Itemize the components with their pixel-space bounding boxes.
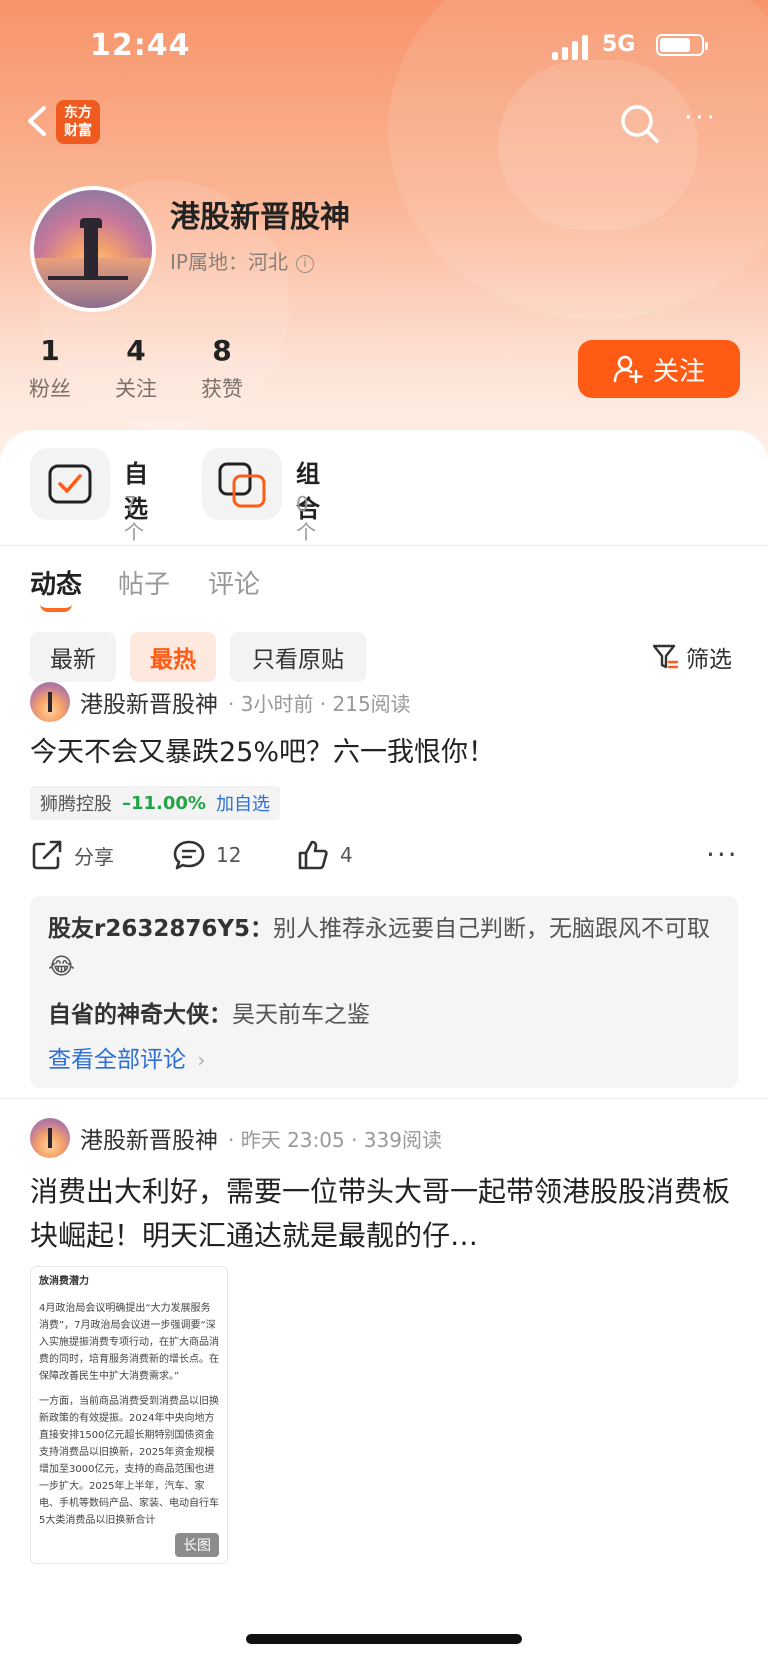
comment-user[interactable]: 股友r2632876Y5： [48, 916, 273, 942]
post-title[interactable]: 今天不会又暴跌25%吧？六一我恨你！ [30, 732, 740, 774]
like-button[interactable]: 4 [296, 838, 353, 872]
view-all-label: 查看全部评论 [48, 1047, 186, 1073]
stat-label: 获赞 [201, 377, 243, 401]
view-all-comments-link[interactable]: 查看全部评论 › [48, 1040, 720, 1074]
share-button[interactable]: 分享 [30, 838, 114, 872]
status-time: 12:44 [90, 28, 191, 63]
comment-item: 自省的神奇大侠：昊天前车之鉴 [48, 996, 720, 1034]
add-watchlist-link[interactable]: 加自选 [216, 790, 270, 816]
post-title[interactable]: 消费出大利好，需要一位带头大哥一起带领港股股消费板块崛起！明天汇通达就是最靓的仔… [30, 1170, 740, 1258]
chip-original-only[interactable]: 只看原贴 [230, 632, 366, 682]
portfolio-count: 0个 [296, 492, 316, 544]
comment-icon [173, 840, 205, 870]
watchlist-icon [48, 464, 92, 504]
status-bar: 12:44 5G [0, 24, 768, 64]
more-options-icon[interactable]: ··· [706, 838, 739, 871]
portfolio-icon [218, 462, 266, 508]
battery-icon [656, 34, 708, 56]
portfolio-button[interactable] [202, 448, 282, 520]
watchlist-button[interactable] [30, 448, 110, 520]
stat-following[interactable]: 4 关注 [96, 334, 176, 403]
username: 港股新晋股神 [170, 200, 350, 235]
follow-label: 关注 [652, 356, 705, 387]
info-icon[interactable]: i [295, 254, 314, 273]
comment-user[interactable]: 自省的神奇大侠： [48, 1002, 232, 1028]
comment-count: 12 [216, 843, 242, 867]
logo-text: 财富 [64, 123, 92, 139]
tab-comments[interactable]: 评论 [208, 564, 260, 601]
avatar[interactable] [30, 186, 156, 312]
comment-text: 昊天前车之鉴 [232, 1002, 370, 1028]
post-author[interactable]: 港股新晋股神 [80, 1121, 218, 1155]
stat-number: 1 [40, 334, 60, 367]
post-header[interactable]: 港股新晋股神 · 昨天 23:05 · 339阅读 [30, 1116, 442, 1160]
divider [0, 1098, 768, 1099]
tab-posts[interactable]: 帖子 [118, 564, 170, 601]
filter-icon [652, 644, 678, 669]
stat-number: 4 [126, 334, 146, 367]
watchlist-count: 7个 [124, 492, 144, 544]
thumbs-up-icon [298, 840, 328, 870]
filter-button[interactable]: 筛选 [652, 640, 732, 674]
home-indicator [246, 1634, 522, 1644]
stock-change: –11.00% [122, 792, 206, 814]
tab-indicator [40, 604, 72, 612]
chip-latest[interactable]: 最新 [30, 632, 116, 682]
filter-label: 筛选 [686, 647, 732, 673]
stock-tag[interactable]: 狮腾控股 –11.00% 加自选 [30, 786, 280, 820]
app-logo: 东方 财富 [56, 100, 100, 144]
profile-header: 12:44 5G 东方 财富 ··· 港股新晋股神 IP属地：河北 i 1 粉丝 … [0, 0, 768, 460]
tab-activity[interactable]: 动态 [30, 564, 82, 601]
stock-name: 狮腾控股 [40, 794, 112, 815]
image-text: 一方面，当前商品消费受到消费品以旧换新政策的有效提振。2024年中央向地方直接安… [39, 1396, 219, 1526]
network-type: 5G [602, 32, 636, 57]
back-arrow-icon[interactable] [22, 104, 56, 138]
long-image-badge: 长图 [175, 1533, 219, 1557]
ip-location: IP属地：河北 i [170, 246, 314, 275]
post-meta: · 3小时前 · 215阅读 [228, 691, 411, 716]
logo-text: 东方 [64, 105, 92, 121]
add-user-icon [613, 355, 643, 384]
ip-location-text: IP属地：河北 [170, 250, 288, 274]
stat-label: 粉丝 [29, 377, 71, 401]
stat-number: 8 [212, 334, 232, 367]
content-tabs: 动态 帖子 评论 [0, 564, 768, 624]
chip-hottest[interactable]: 最热 [130, 632, 216, 682]
post-author[interactable]: 港股新晋股神 [80, 685, 218, 719]
comment-preview[interactable]: 股友r2632876Y5：别人推荐永远要自己判断，无脑跟风不可取😂 自省的神奇大… [30, 896, 738, 1088]
chevron-right-icon: › [197, 1048, 206, 1072]
follow-button[interactable]: 关注 [578, 340, 740, 398]
comment-item: 股友r2632876Y5：别人推荐永远要自己判断，无脑跟风不可取😂 [48, 910, 720, 986]
avatar[interactable] [30, 1118, 70, 1158]
filter-bar: 最新 最热 只看原贴 筛选 [0, 632, 768, 686]
image-heading: 放消费潜力 [39, 1276, 89, 1287]
post-actions: 分享 12 4 ··· [0, 838, 768, 878]
stat-fans[interactable]: 1 粉丝 [10, 334, 90, 403]
post-meta: · 昨天 23:05 · 339阅读 [228, 1127, 442, 1152]
post-header[interactable]: 港股新晋股神 · 3小时前 · 215阅读 [30, 680, 411, 724]
comment-button[interactable]: 12 [172, 838, 241, 872]
like-count: 4 [340, 843, 353, 867]
avatar[interactable] [30, 682, 70, 722]
divider [0, 545, 768, 546]
search-icon[interactable] [618, 102, 662, 146]
content-card: 自选 7个 组合 0个 动态 帖子 评论 最新 最热 只看原贴 筛选 港股新晋股… [0, 430, 768, 1662]
image-text: 4月政治局会议明确提出“大力发展服务消费”，7月政治局会议进一步强调要“深入实施… [39, 1303, 219, 1382]
share-label: 分享 [74, 844, 114, 869]
stat-likes[interactable]: 8 获赞 [182, 334, 262, 403]
signal-icon [552, 34, 592, 60]
stat-label: 关注 [115, 377, 157, 401]
post-image[interactable]: 放消费潜力 4月政治局会议明确提出“大力发展服务消费”，7月政治局会议进一步强调… [30, 1266, 228, 1564]
header-decoration [498, 60, 698, 230]
more-icon[interactable]: ··· [684, 105, 724, 134]
share-icon [32, 840, 62, 870]
